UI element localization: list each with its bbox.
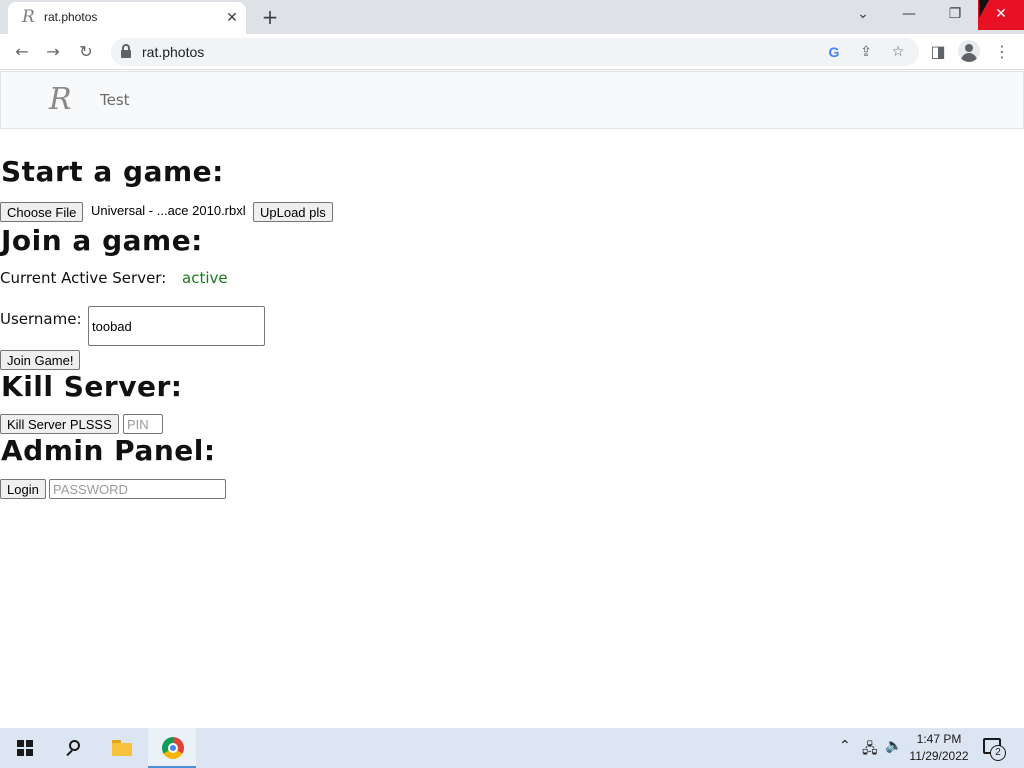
tab-title: rat.photos bbox=[44, 10, 98, 24]
bookmark-star-icon[interactable]: ☆ bbox=[888, 42, 908, 62]
clock-date: 11/29/2022 bbox=[909, 749, 969, 763]
username-input[interactable] bbox=[88, 306, 265, 346]
selected-file-name: Universal - ...ace 2010.rbxl bbox=[91, 203, 246, 218]
reload-icon[interactable]: ↻ bbox=[74, 40, 98, 64]
search-icon[interactable] bbox=[64, 738, 84, 758]
browser-toolbar: ← → ↻ rat.photos G ⇪ ☆ ◨ ⋮ bbox=[0, 34, 1024, 70]
windows-start-icon[interactable] bbox=[17, 740, 33, 756]
join-game-button[interactable]: Join Game! bbox=[0, 350, 81, 370]
google-icon[interactable]: G bbox=[824, 42, 844, 62]
profile-icon[interactable] bbox=[958, 40, 980, 62]
new-tab-button[interactable]: + bbox=[259, 6, 281, 28]
chrome-icon bbox=[162, 737, 184, 759]
server-status-label: Current Active Server: bbox=[0, 269, 167, 287]
share-icon[interactable]: ⇪ bbox=[856, 42, 876, 62]
nav-link-test[interactable]: Test bbox=[100, 91, 130, 109]
system-clock[interactable]: 1:47 PM 11/29/2022 bbox=[906, 731, 972, 765]
browser-tab[interactable]: R rat.photos ✕ bbox=[8, 2, 246, 34]
close-tab-icon[interactable]: ✕ bbox=[224, 10, 240, 26]
admin-panel-heading: Admin Panel: bbox=[1, 434, 216, 467]
menu-icon[interactable]: ⋮ bbox=[990, 40, 1014, 64]
lock-icon[interactable] bbox=[121, 44, 131, 58]
windows-taskbar: ⌃ 🖧 🔈 1:47 PM 11/29/2022 2 bbox=[0, 728, 1024, 768]
notification-count-badge: 2 bbox=[990, 745, 1006, 761]
show-hidden-icons-chevron-icon[interactable]: ⌃ bbox=[839, 738, 851, 754]
site-logo[interactable]: R bbox=[49, 82, 72, 117]
login-button[interactable]: Login bbox=[0, 479, 46, 499]
url-text[interactable]: rat.photos bbox=[142, 44, 204, 60]
start-game-heading: Start a game: bbox=[1, 155, 224, 188]
back-icon[interactable]: ← bbox=[10, 40, 34, 64]
upload-button[interactable]: UpLoad pls bbox=[253, 202, 333, 222]
pin-input[interactable] bbox=[123, 414, 163, 434]
side-panel-icon[interactable]: ◨ bbox=[926, 40, 950, 64]
volume-icon[interactable]: 🔈 bbox=[885, 738, 902, 754]
kill-server-heading: Kill Server: bbox=[1, 370, 183, 403]
username-label: Username: bbox=[0, 310, 82, 328]
site-navbar: R Test bbox=[0, 71, 1024, 129]
network-icon[interactable]: 🖧 bbox=[862, 738, 878, 762]
tab-list-chevron-icon[interactable]: ⌄ bbox=[840, 0, 886, 30]
minimize-button[interactable]: — bbox=[886, 0, 932, 30]
server-status-value: active bbox=[182, 269, 228, 287]
join-game-heading: Join a game: bbox=[1, 224, 203, 257]
password-input[interactable] bbox=[49, 479, 226, 499]
clock-time: 1:47 PM bbox=[916, 732, 962, 746]
kill-server-button[interactable]: Kill Server PLSSS bbox=[0, 414, 119, 434]
address-bar[interactable]: rat.photos G ⇪ ☆ bbox=[111, 38, 919, 66]
choose-file-button[interactable]: Choose File bbox=[0, 202, 84, 222]
file-explorer-icon[interactable] bbox=[112, 740, 132, 756]
chrome-taskbar-button[interactable] bbox=[148, 728, 196, 768]
forward-icon[interactable]: → bbox=[41, 40, 65, 64]
restore-button[interactable]: ❐ bbox=[932, 0, 978, 30]
site-favicon-icon: R bbox=[22, 7, 35, 27]
mouse-cursor-icon bbox=[979, 0, 989, 18]
tab-strip: R rat.photos ✕ + ⌄ — ❐ ✕ bbox=[0, 0, 1024, 34]
